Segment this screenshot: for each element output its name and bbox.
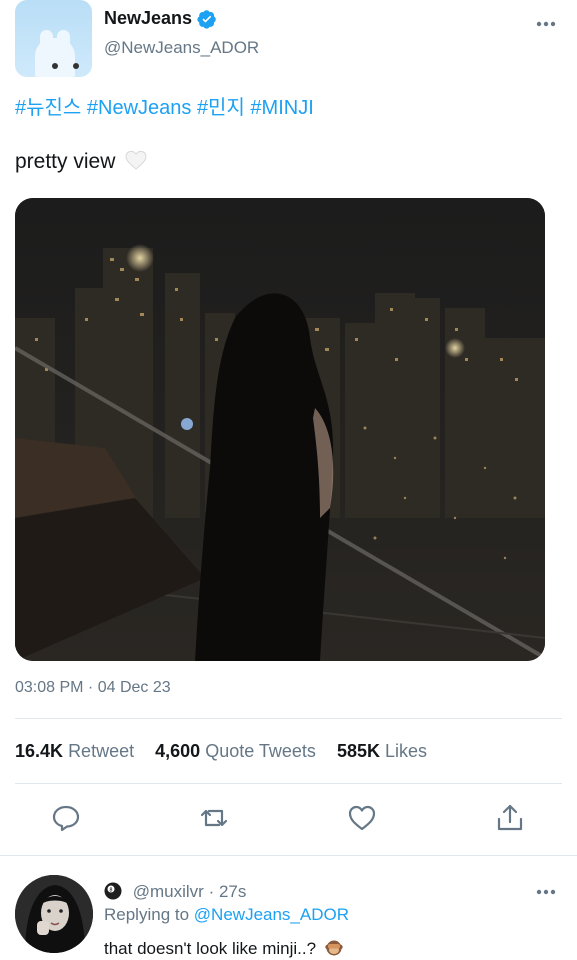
reply-icon[interactable] [51, 803, 81, 833]
replying-prefix: Replying to [104, 905, 190, 924]
more-options-icon[interactable] [535, 14, 557, 34]
replying-to: Replying to @NewJeans_ADOR [104, 905, 349, 925]
likes-stat[interactable]: 585K Likes [337, 741, 427, 762]
tweet-stats: 16.4K Retweet 4,600 Quote Tweets 585K Li… [15, 741, 443, 762]
tweet-photo[interactable] [15, 198, 545, 661]
like-icon[interactable] [347, 803, 377, 833]
reply-handle[interactable]: @muxilvr [133, 882, 204, 901]
verified-badge-icon [197, 10, 216, 29]
bunny-eye-left [52, 63, 58, 69]
divider [15, 718, 562, 719]
reply-meta: 8 @muxilvr · 27s [104, 882, 246, 902]
svg-text:8: 8 [109, 887, 112, 893]
quotes-stat[interactable]: 4,600 Quote Tweets [155, 741, 316, 762]
likes-count: 585K [336, 741, 380, 761]
tweet-text-content: pretty view [15, 150, 116, 173]
white-heart-icon [125, 150, 147, 170]
tweet-timestamp[interactable]: 03:08 PM · 04 Dec 23 [15, 679, 171, 697]
reply-more-options-icon[interactable] [535, 882, 557, 902]
replying-mention[interactable]: @NewJeans_ADOR [194, 905, 349, 924]
eight-ball-icon: 8 [104, 882, 122, 900]
tweet-text: pretty view [15, 150, 147, 174]
quotes-label: Quote Tweets [205, 741, 316, 761]
reply-text-content: that doesn't look like minji..? [104, 939, 317, 958]
tweet-hashtags[interactable]: #뉴진스 #NewJeans #민지 #MINJI [15, 91, 314, 120]
display-name[interactable]: NewJeans [104, 8, 192, 29]
section-divider [0, 855, 577, 856]
share-icon[interactable] [495, 803, 525, 833]
reply-avatar-photo [15, 875, 93, 953]
city-night-photo [15, 198, 545, 661]
reply-avatar[interactable] [15, 875, 93, 953]
quotes-count: 4,600 [155, 741, 201, 761]
reply-text: that doesn't look like minji..? [104, 939, 343, 959]
retweets-count: 16.4K [15, 741, 64, 761]
account-handle[interactable]: @NewJeans_ADOR [104, 38, 259, 58]
retweet-icon[interactable] [199, 803, 229, 833]
likes-label: Likes [384, 741, 428, 761]
see-no-evil-monkey-icon [325, 940, 343, 956]
retweets-label: Retweet [68, 741, 135, 761]
retweets-stat[interactable]: 16.4K Retweet [15, 741, 134, 762]
divider [15, 783, 562, 784]
reply-time: · 27s [208, 882, 247, 901]
account-avatar[interactable] [15, 0, 92, 77]
bunny-eye-right [73, 63, 79, 69]
bunny-body [35, 38, 75, 77]
